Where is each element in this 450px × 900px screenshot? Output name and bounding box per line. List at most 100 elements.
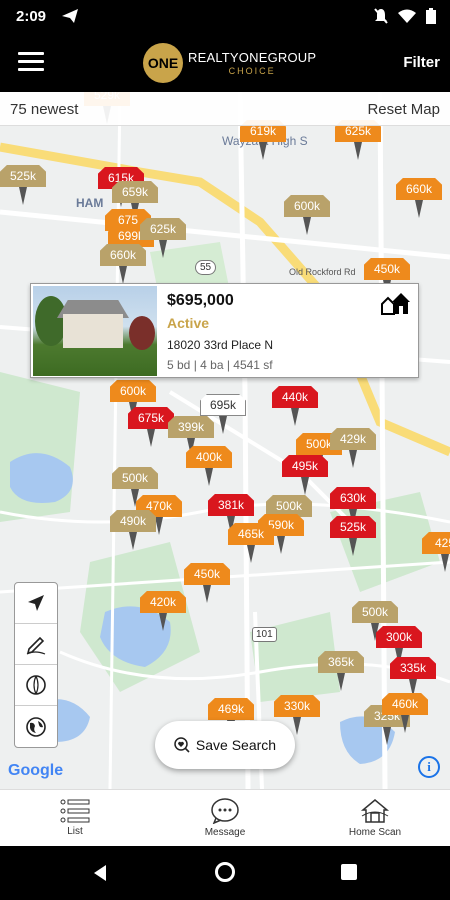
- listing-pin[interactable]: 619k: [240, 120, 286, 160]
- listing-pin-stem: [349, 450, 357, 468]
- listing-pin[interactable]: 660k: [396, 178, 442, 218]
- listing-pin-stem: [441, 554, 449, 572]
- filter-button[interactable]: Filter: [403, 54, 440, 71]
- logo-sub-text: CHOICE: [228, 66, 276, 76]
- map-tools: [14, 582, 58, 748]
- status-icons: [374, 8, 436, 24]
- listing-pin[interactable]: 695k: [200, 394, 246, 434]
- listing-pin-price: 525k: [330, 516, 376, 538]
- listing-pin[interactable]: 660k: [100, 244, 146, 284]
- menu-button[interactable]: [18, 52, 44, 74]
- listing-address: 18020 33rd Place N: [167, 338, 274, 352]
- tab-message-label: Message: [204, 827, 246, 838]
- listing-pin-price: 365k: [318, 651, 364, 673]
- listing-pin-price: 500k: [352, 601, 398, 623]
- map-view[interactable]: HAM Old Rockford Rd Wayzata High S 55 10…: [0, 92, 450, 789]
- message-icon: [211, 798, 239, 824]
- listing-pin-price: 429k: [330, 428, 376, 450]
- listing-pin[interactable]: 490k: [110, 510, 156, 550]
- listing-pin-stem: [293, 717, 301, 735]
- home-button[interactable]: [215, 862, 235, 882]
- listing-pin-price: 425: [422, 532, 450, 554]
- route-101-shield: 101: [252, 627, 277, 642]
- logo-mark: ONE: [143, 43, 183, 83]
- listing-pin-price: 450k: [184, 563, 230, 585]
- status-bar: 2:09: [0, 0, 450, 34]
- home-scan-icon: [360, 799, 390, 823]
- map-info-button[interactable]: i: [418, 756, 440, 778]
- mute-icon: [374, 8, 388, 24]
- listing-pin[interactable]: 625k: [335, 120, 381, 160]
- listing-pin[interactable]: 495k: [282, 455, 328, 495]
- listing-pin[interactable]: 600k: [284, 195, 330, 235]
- listing-pin-stem: [291, 408, 299, 426]
- listing-pin[interactable]: 365k: [318, 651, 364, 691]
- listing-pin[interactable]: 400k: [186, 446, 232, 486]
- tab-list-label: List: [67, 826, 83, 837]
- send-icon: [62, 9, 78, 23]
- listing-pin[interactable]: 625k: [140, 218, 186, 258]
- listing-pin[interactable]: 465k: [228, 523, 274, 563]
- navigation-arrow-icon: [28, 595, 44, 611]
- listing-pin-stem: [401, 715, 409, 733]
- map-type-button[interactable]: [15, 706, 57, 747]
- save-search-button[interactable]: Save Search: [155, 721, 295, 769]
- map-base: [0, 92, 450, 789]
- listing-pin-price: 600k: [284, 195, 330, 217]
- listing-price: $695,000: [167, 292, 234, 309]
- wifi-icon: [398, 9, 416, 23]
- back-icon[interactable]: [92, 864, 108, 882]
- listing-pin-price: 660k: [100, 244, 146, 266]
- listing-popup-card[interactable]: $695,000 Active 18020 33rd Place N 5 bd …: [30, 283, 419, 378]
- list-icon: [60, 799, 90, 823]
- status-time: 2:09: [16, 8, 47, 25]
- draw-button[interactable]: [15, 624, 57, 665]
- listing-pin[interactable]: 440k: [272, 386, 318, 426]
- battery-icon: [426, 8, 436, 24]
- listing-pin[interactable]: 525k: [0, 165, 46, 205]
- listing-pin-price: 469k: [208, 698, 254, 720]
- recents-button[interactable]: [341, 864, 357, 880]
- map-info-bar: 75 newest Reset Map: [0, 92, 450, 126]
- reset-map-button[interactable]: Reset Map: [367, 101, 440, 118]
- listing-pin-stem: [147, 429, 155, 447]
- listing-pin-stem: [349, 538, 357, 556]
- listing-pin-stem: [119, 266, 127, 284]
- listing-pin-price: 450k: [364, 258, 410, 280]
- listing-pin-price: 460k: [382, 693, 428, 715]
- listing-pin[interactable]: 429k: [330, 428, 376, 468]
- tab-list[interactable]: List: [0, 790, 150, 846]
- listing-pin[interactable]: 525k: [330, 516, 376, 556]
- listing-pin-price: 330k: [274, 695, 320, 717]
- logo-main-text: REALTYONEGROUP: [188, 50, 317, 65]
- listing-pin[interactable]: 425: [422, 532, 450, 572]
- listing-pin[interactable]: 460k: [382, 693, 428, 733]
- listing-photo: [33, 286, 157, 376]
- listing-pin-stem: [155, 517, 163, 535]
- listing-pin-price: 420k: [140, 591, 186, 613]
- listing-pin[interactable]: 450k: [184, 563, 230, 603]
- listing-pin-stem: [259, 142, 267, 160]
- tab-message[interactable]: Message: [150, 790, 300, 846]
- pencil-icon: [26, 636, 46, 655]
- listing-pin-price: 465k: [228, 523, 274, 545]
- listing-pin-stem: [301, 477, 309, 495]
- listing-pin-stem: [159, 240, 167, 258]
- globe-icon: [26, 716, 46, 737]
- listing-pin-price: 381k: [208, 494, 254, 516]
- listing-pin-stem: [19, 187, 27, 205]
- listing-details: 5 bd | 4 ba | 4541 sf: [167, 358, 273, 372]
- listing-pin-stem: [354, 142, 362, 160]
- listing-pin-stem: [247, 545, 255, 563]
- lasso-icon: [26, 675, 46, 695]
- listing-pin[interactable]: 420k: [140, 591, 186, 631]
- draw-shape-button[interactable]: [15, 665, 57, 706]
- listing-pin-price: 300k: [376, 626, 422, 648]
- tab-home-scan-label: Home Scan: [348, 827, 402, 838]
- listing-pin-stem: [129, 532, 137, 550]
- listing-pin-price: 495k: [282, 455, 328, 477]
- locate-button[interactable]: [15, 583, 57, 624]
- listing-pin-stem: [219, 416, 227, 434]
- tab-home-scan[interactable]: Home Scan: [300, 790, 450, 846]
- listing-pin[interactable]: 335k: [390, 657, 436, 697]
